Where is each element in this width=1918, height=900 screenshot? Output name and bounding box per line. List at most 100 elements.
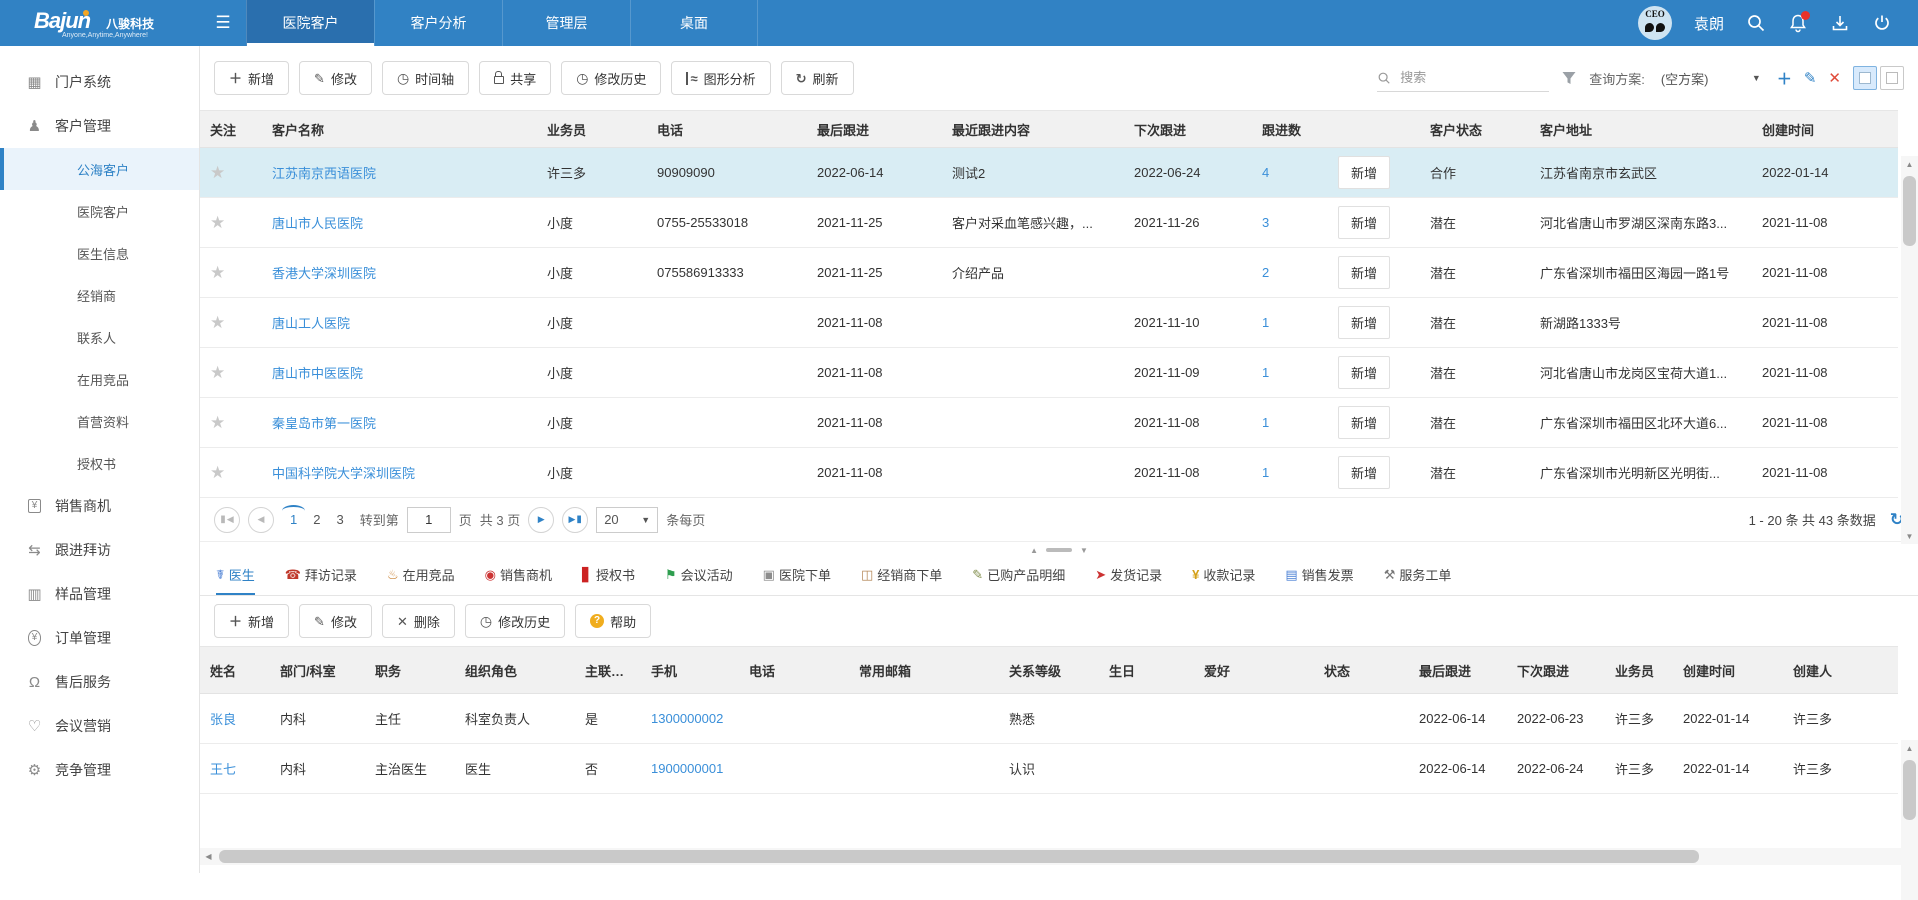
customer-name-link[interactable]: 唐山市人民医院 [272,216,363,231]
bell-icon[interactable] [1788,13,1808,33]
list-view-toggle[interactable] [1853,66,1877,90]
last-page-button[interactable]: ▶▮ [562,507,588,533]
detail-tab[interactable]: 收款记录 [1192,565,1255,595]
sidebar-item[interactable]: 竞争管理 [0,748,199,792]
star-icon[interactable] [210,413,225,432]
customer-row[interactable]: 唐山市人民医院 小度 0755-25533018 2021-11-25 客户对采… [200,198,1898,248]
sidebar-item[interactable]: 会议营销 [0,704,199,748]
star-icon[interactable] [210,463,225,482]
customer-name-link[interactable]: 香港大学深圳医院 [272,266,376,281]
scrollbar-thumb[interactable] [219,850,1699,863]
detail-tab[interactable]: 拜访记录 [285,565,357,595]
column-header[interactable]: 创建人 [1783,661,1888,680]
customer-row[interactable]: 中国科学院大学深圳医院 小度 2021-11-08 2021-11-08 1 新… [200,448,1898,498]
splitter-handle[interactable] [1046,548,1072,552]
scroll-left-icon[interactable]: ◀ [200,848,217,865]
sidebar-item[interactable]: 门户系统 [0,60,199,104]
column-header[interactable]: 业务员 [537,120,647,139]
doctor-name-link[interactable]: 张良 [210,712,236,727]
column-header[interactable]: 客户名称 [262,120,537,139]
panel-splitter[interactable]: ▲ ▼ [200,542,1918,558]
power-icon[interactable] [1872,13,1892,33]
user-name[interactable]: 袁朗 [1694,13,1724,34]
sidebar-item[interactable]: 首营资料 [0,400,199,442]
sidebar-item[interactable]: 医院客户 [0,190,199,232]
search-box[interactable] [1377,64,1549,92]
column-header[interactable]: 常用邮箱 [849,661,999,680]
toolbar-button[interactable]: 共享 [479,61,551,95]
column-header[interactable]: 关系等级 [999,661,1099,680]
page-number[interactable]: 2 [305,512,328,527]
detail-toolbar-button[interactable]: 帮助 [575,604,651,638]
collapse-down-icon[interactable]: ▼ [1080,546,1088,555]
column-header[interactable]: 跟进数 [1252,120,1328,139]
column-header[interactable]: 组织角色 [455,661,575,680]
goto-page-input[interactable] [407,507,451,533]
customer-row[interactable]: 唐山工人医院 小度 2021-11-08 2021-11-10 1 新增 潜在 … [200,298,1898,348]
customer-row[interactable]: 秦皇岛市第一医院 小度 2021-11-08 2021-11-08 1 新增 潜… [200,398,1898,448]
column-header[interactable]: 最近跟进内容 [942,120,1124,139]
detail-toolbar-button[interactable]: 新增 [214,604,289,638]
prev-page-button[interactable]: ◀ [248,507,274,533]
doctor-row[interactable]: 张良 内科 主任 科室负责人 是 1300000002 熟悉 2022-06-1… [200,694,1898,744]
column-header[interactable]: 最后跟进 [1409,661,1507,680]
customer-name-link[interactable]: 唐山市中医医院 [272,366,363,381]
follow-count-link[interactable]: 3 [1262,215,1269,230]
page-number[interactable]: 1 [282,512,305,527]
sidebar-item[interactable]: 客户管理 [0,104,199,148]
follow-count-link[interactable]: 4 [1262,165,1269,180]
row-add-button[interactable]: 新增 [1338,356,1390,389]
toolbar-button[interactable]: 刷新 [781,61,854,95]
star-icon[interactable] [210,263,225,282]
scroll-up-icon[interactable]: ▲ [1901,156,1918,172]
customer-row[interactable]: 江苏南京西语医院 许三多 90909090 2022-06-14 测试2 202… [200,148,1898,198]
star-icon[interactable] [210,213,225,232]
detail-tab[interactable]: 授权书 [582,565,635,595]
column-header[interactable]: 客户地址 [1530,120,1752,139]
star-icon[interactable] [210,163,225,182]
column-header[interactable]: 创建时间 [1752,120,1898,139]
toolbar-button[interactable]: 图形分析 [671,61,770,95]
mobile-link[interactable]: 1900000001 [651,761,723,776]
hamburger-menu-icon[interactable]: ☰ [200,0,246,46]
detail-tab[interactable]: 服务工单 [1384,565,1452,595]
customer-name-link[interactable]: 唐山工人医院 [272,316,350,331]
add-plan-icon[interactable]: ＋ [1777,68,1792,89]
column-header[interactable]: 爱好 [1194,661,1314,680]
delete-plan-icon[interactable]: ✕ [1828,69,1841,87]
customer-row[interactable]: 唐山市中医医院 小度 2021-11-08 2021-11-09 1 新增 潜在… [200,348,1898,398]
sidebar-item[interactable]: 样品管理 [0,572,199,616]
detail-tab[interactable]: 已购产品明细 [972,565,1065,595]
collapse-up-icon[interactable]: ▲ [1030,546,1038,555]
row-add-button[interactable]: 新增 [1338,306,1390,339]
detail-toolbar-button[interactable]: 删除 [382,604,455,638]
detail-toolbar-button[interactable]: 修改历史 [465,604,565,638]
column-header[interactable]: 电话 [739,661,849,680]
column-header[interactable]: 部门/科室 [270,661,365,680]
top-nav-tab[interactable]: 客户分析 [374,0,502,46]
column-header[interactable]: 状态 [1314,661,1409,680]
detail-tab[interactable]: 经销商下单 [861,565,942,595]
column-header[interactable]: 关注 [200,120,262,139]
detail-tab[interactable]: 会议活动 [665,565,733,595]
detail-tab[interactable]: 医院下单 [763,565,831,595]
sidebar-item[interactable]: 销售商机 [0,484,199,528]
search-icon[interactable] [1746,13,1766,33]
detail-tab[interactable]: 发货记录 [1095,565,1162,595]
customer-name-link[interactable]: 秦皇岛市第一医院 [272,416,376,431]
toolbar-button[interactable]: 修改 [299,61,372,95]
customer-table-scrollbar[interactable]: ▲ ▼ [1901,156,1918,544]
edit-plan-icon[interactable]: ✎ [1804,69,1817,87]
sidebar-item[interactable]: 授权书 [0,442,199,484]
follow-count-link[interactable]: 1 [1262,415,1269,430]
sidebar-item[interactable]: 联系人 [0,316,199,358]
next-page-button[interactable]: ▶ [528,507,554,533]
horizontal-scrollbar[interactable]: ◀ [200,848,1918,865]
follow-count-link[interactable]: 1 [1262,315,1269,330]
row-add-button[interactable]: 新增 [1338,256,1390,289]
detail-toolbar-button[interactable]: 修改 [299,604,372,638]
scrollbar-thumb[interactable] [1903,176,1916,246]
star-icon[interactable] [210,363,225,382]
download-icon[interactable] [1830,13,1850,33]
page-size-select[interactable]: 20 ▼ [596,507,658,533]
